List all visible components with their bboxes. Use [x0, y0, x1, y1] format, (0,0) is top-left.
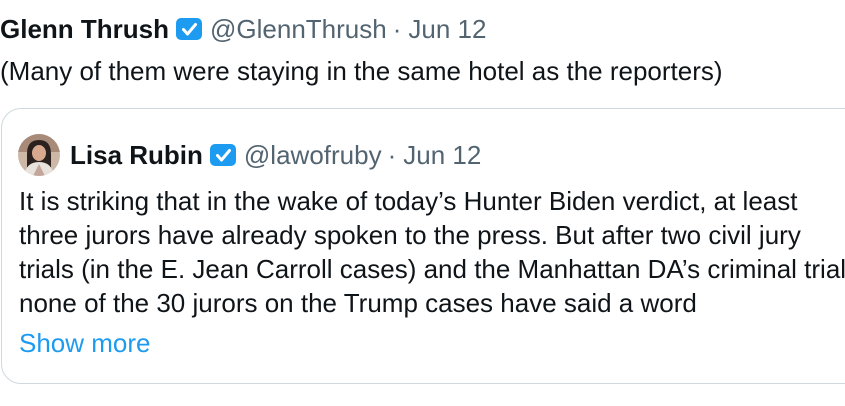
dot-separator: · [392, 13, 402, 44]
quoted-tweet-line: trials (in the E. Jean Carroll cases) an… [19, 254, 845, 284]
quoted-tweet-line: three jurors have already spoken to the … [19, 220, 801, 250]
dot-separator: · [387, 139, 397, 170]
show-more-link[interactable]: Show more [19, 326, 151, 360]
quoted-tweet-date[interactable]: Jun 12 [403, 140, 481, 171]
verified-badge-icon[interactable] [175, 17, 203, 41]
quoted-tweet-text: It is striking that in the wake of today… [19, 184, 845, 320]
author-handle[interactable]: @GlennThrush [210, 14, 387, 45]
author-name[interactable]: Glenn Thrush [0, 14, 169, 45]
quoted-tweet-line: It is striking that in the wake of today… [19, 186, 798, 216]
tweet[interactable]: Glenn Thrush @GlennThrush · Jun 12 (Many… [0, 0, 845, 406]
quoted-tweet-card[interactable]: Lisa Rubin @lawofruby · Jun 12 It is str… [1, 108, 845, 384]
tweet-text: (Many of them were staying in the same h… [0, 56, 723, 86]
avatar[interactable] [18, 134, 60, 176]
quoted-tweet-line: none of the 30 jurors on the Trump cases… [19, 288, 697, 318]
tweet-header: Glenn Thrush @GlennThrush · Jun 12 [0, 12, 486, 46]
quoted-author-name[interactable]: Lisa Rubin [70, 140, 203, 171]
tweet-date[interactable]: Jun 12 [408, 14, 486, 45]
quoted-tweet-header: Lisa Rubin @lawofruby · Jun 12 [18, 133, 481, 177]
verified-badge-icon[interactable] [209, 143, 237, 167]
quoted-author-handle[interactable]: @lawofruby [244, 140, 382, 171]
